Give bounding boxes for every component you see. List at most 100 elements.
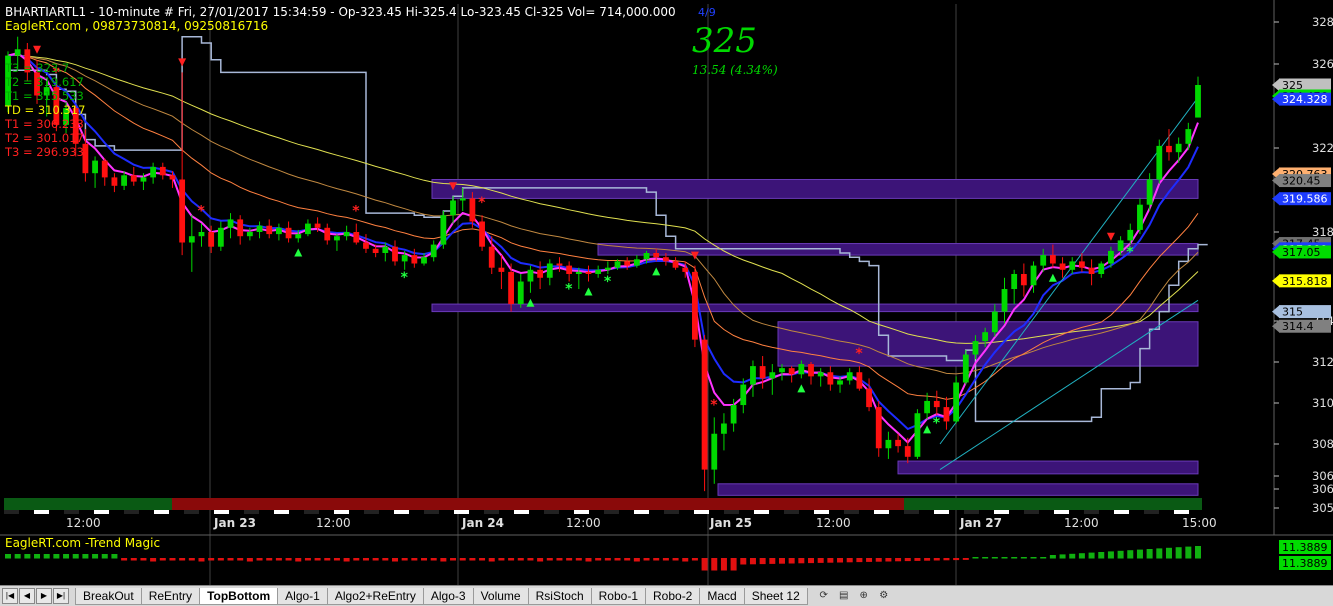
trend-magic-bar-39 (382, 558, 389, 561)
session-strip-19 (574, 510, 589, 514)
candle-body-9 (92, 160, 98, 174)
session-strip-34 (1024, 510, 1039, 514)
candle-body-26 (256, 225, 263, 232)
tab-breakout[interactable]: BreakOut (75, 587, 142, 605)
last-icon[interactable]: ▶| (53, 588, 69, 604)
trend-magic-bar-123 (1195, 546, 1201, 559)
candle-body-45 (440, 215, 447, 245)
template-icon[interactable]: ▤ (836, 589, 852, 603)
trend-magic-bar-38 (372, 558, 379, 561)
candle-body-42 (411, 255, 418, 264)
candle-body-18 (179, 179, 186, 243)
trend-magic-bar-31 (304, 558, 311, 561)
session-strip-27 (814, 510, 829, 514)
tab-sheet-12[interactable]: Sheet 12 (743, 587, 808, 605)
session-strip-2 (64, 510, 79, 514)
axis-label-10: 305.1 (1312, 501, 1333, 515)
candle-body-77 (750, 366, 756, 385)
first-icon[interactable]: |◀ (2, 588, 18, 604)
trend-magic-bar-71 (691, 558, 698, 561)
candle-body-113 (1098, 263, 1105, 274)
axis-label-6: 310 (1312, 396, 1333, 410)
session-strip-10 (304, 510, 319, 514)
trend-magic-bar-37 (362, 558, 369, 561)
session-strip-36 (1084, 510, 1099, 514)
candle-body-90 (875, 407, 882, 449)
trend-magic-bar-24 (237, 558, 244, 561)
candle-body-91 (885, 439, 892, 449)
prev-icon[interactable]: ◀ (19, 588, 35, 604)
trend-magic-bar-88 (856, 558, 863, 563)
tab-algo-3[interactable]: Algo-3 (422, 587, 474, 605)
settings-icon[interactable]: ⚙ (876, 589, 892, 603)
session-strip-8 (244, 510, 259, 514)
next-icon[interactable]: ▶ (36, 588, 52, 604)
candle-body-73 (711, 433, 718, 470)
tab-robo-1[interactable]: Robo-1 (590, 587, 646, 605)
time-axis-label-6: 12:00 (816, 516, 851, 530)
candle-body-43 (421, 257, 427, 264)
trend-magic-bar-49 (479, 558, 486, 561)
zoom-icon[interactable]: ⊕ (856, 589, 872, 603)
candle-body-69 (672, 261, 679, 268)
session-strip-3 (94, 510, 109, 514)
candle-body-39 (382, 246, 389, 253)
candle-body-19 (188, 236, 195, 243)
tab-toolbar: ⟳ ▤ ⊕ ⚙ (816, 589, 896, 603)
price-chart[interactable]: *********** 328326322318314.753123103083… (0, 0, 1333, 585)
candle-body-106 (1030, 265, 1037, 286)
candle-body-79 (769, 372, 776, 379)
trend-magic-bar-112 (1088, 552, 1095, 559)
trend-magic-bar-7 (72, 554, 79, 559)
candle-body-46 (450, 200, 456, 216)
session-strip-18 (544, 510, 559, 514)
trend-magic-bar-53 (517, 558, 524, 561)
session-strip-14 (424, 510, 439, 514)
tab-algo2-reentry[interactable]: Algo2+ReEntry (326, 587, 424, 605)
candle-body-87 (846, 372, 853, 381)
session-strip-21 (634, 510, 649, 514)
tab-reentry[interactable]: ReEntry (140, 587, 201, 605)
candle-body-115 (1117, 240, 1124, 251)
session-strip-6 (184, 510, 199, 514)
trend-magic-bar-33 (324, 558, 331, 561)
trend-magic-bar-77 (749, 558, 756, 565)
tab-topbottom[interactable]: TopBottom (199, 587, 279, 605)
candle-body-62 (604, 267, 611, 270)
candle-body-33 (324, 227, 331, 241)
candle-body-86 (837, 380, 843, 385)
target-level-5: T2 = 301.017 (4, 131, 84, 145)
target-level-3: TD = 310.317 (4, 103, 85, 117)
sell-star-14: * (855, 346, 863, 362)
candle-body-97 (943, 407, 950, 422)
trend-magic-bar-67 (653, 558, 660, 561)
trend-magic-bar-22 (217, 558, 224, 561)
price-tag-label-10: 315 (1282, 306, 1303, 319)
session-strip-20 (604, 510, 619, 514)
tab-robo-2[interactable]: Robo-2 (645, 587, 701, 605)
tab-algo-1[interactable]: Algo-1 (277, 587, 328, 605)
trend-magic-bar-108 (1049, 555, 1056, 559)
trend-magic-bar-17 (169, 558, 176, 561)
trend-magic-bar-45 (440, 558, 447, 562)
trend-magic-bar-10 (101, 554, 108, 559)
trend-magic-bar-98 (953, 558, 960, 561)
trend-magic-bar-75 (730, 558, 737, 571)
trend-magic-bar-34 (333, 558, 340, 561)
trend-magic-bar-42 (411, 558, 418, 561)
price-tag-label-4: 320.45 (1282, 175, 1321, 188)
sheet-navigation: |◀ ◀ ▶ ▶| (0, 587, 70, 605)
session-strip-39 (1174, 510, 1189, 514)
candle-body-54 (527, 269, 534, 282)
refresh-icon[interactable]: ⟳ (816, 589, 832, 603)
session-strip-23 (694, 510, 709, 514)
trend-magic-bar-115 (1117, 550, 1124, 559)
tab-volume[interactable]: Volume (472, 587, 529, 605)
candle-body-48 (469, 198, 476, 222)
candle-body-23 (227, 219, 234, 228)
trend-magic-bar-20 (198, 558, 205, 562)
candle-body-78 (759, 366, 766, 379)
candle-body-27 (266, 225, 273, 235)
tab-macd[interactable]: Macd (699, 587, 745, 605)
tab-rsistoch[interactable]: RsiStoch (527, 587, 592, 605)
